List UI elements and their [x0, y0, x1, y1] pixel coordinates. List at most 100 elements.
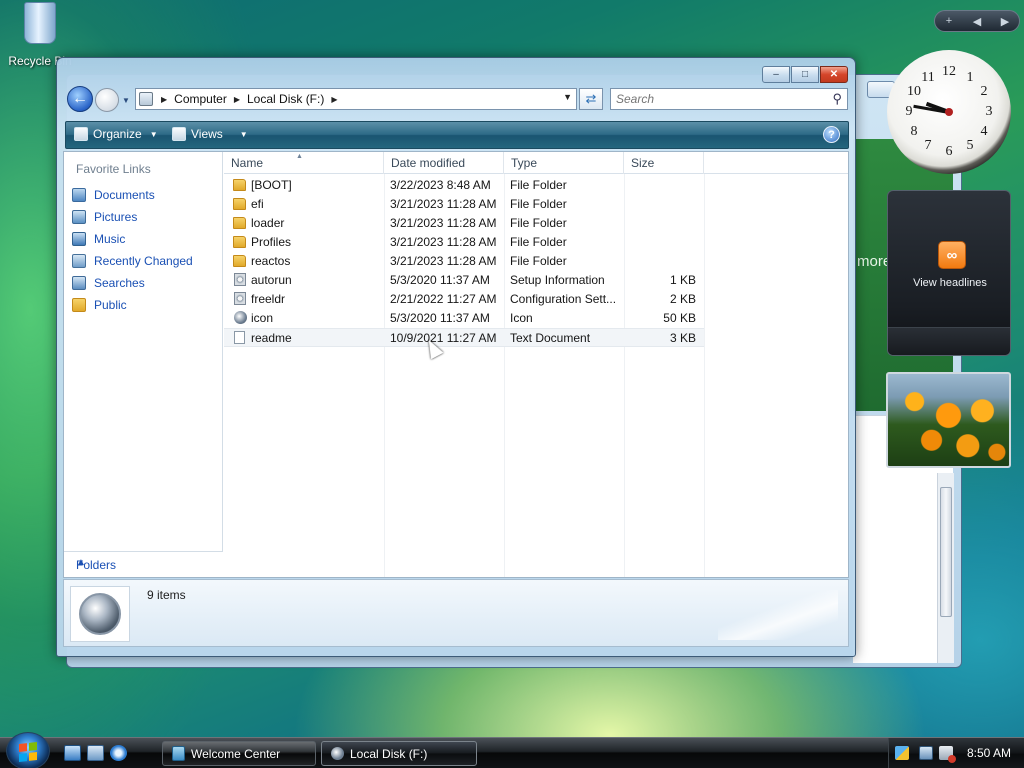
background-window-scroll-thumb[interactable]	[940, 487, 952, 617]
file-name: efi	[251, 197, 264, 211]
table-row[interactable]: loader 3/21/2023 11:28 AM File Folder	[224, 214, 704, 233]
file-size: 50 KB	[663, 311, 696, 325]
file-date-modified: 3/21/2023 11:28 AM	[390, 197, 497, 211]
address-bar[interactable]: ▶ Computer ▶ Local Disk (F:) ▶ ▼	[135, 88, 577, 110]
sort-ascending-icon: ▲	[296, 153, 303, 160]
address-dropdown-icon[interactable]: ▼	[563, 92, 572, 102]
taskbar-button-welcome-center[interactable]: Welcome Center	[162, 741, 316, 766]
start-button[interactable]	[6, 732, 50, 768]
views-icon	[172, 127, 186, 141]
file-type: Icon	[510, 311, 533, 325]
previous-page-icon[interactable]: ◀	[966, 15, 988, 28]
organize-label: Organize	[93, 127, 142, 141]
clock-numeral: 12	[942, 64, 956, 79]
view-headlines-link[interactable]: View headlines	[888, 277, 1012, 289]
file-size: 3 KB	[669, 331, 696, 345]
details-pane: 9 items	[63, 579, 849, 647]
show-desktop-icon[interactable]	[64, 745, 81, 761]
favorite-link-music[interactable]: Music	[72, 228, 193, 250]
chevron-down-icon: ▼	[149, 129, 158, 139]
column-header-date-modified[interactable]: Date modified	[384, 152, 504, 174]
explorer-window: – □ ✕ ← ▼ ▶ Computer ▶ Local Disk (F:) ▶…	[56, 57, 856, 657]
feed-headlines-gadget[interactable]: ∞ View headlines	[887, 190, 1011, 356]
favorite-link-public[interactable]: Public	[72, 294, 193, 316]
favorite-link-label: Pictures	[94, 210, 138, 224]
organize-icon	[74, 127, 88, 141]
favorite-link-documents[interactable]: Documents	[72, 184, 193, 206]
clock-gadget[interactable]: 12 1 2 3 4 5 6 7 8 9 10 11	[887, 50, 1011, 174]
clock-numeral: 7	[924, 138, 932, 153]
file-date-modified: 10/9/2021 11:27 AM	[390, 331, 497, 345]
search-box[interactable]: ⚲	[610, 88, 848, 110]
table-row[interactable]: icon 5/3/2020 11:37 AM Icon 50 KB	[224, 309, 704, 328]
folder-icon	[233, 198, 246, 210]
views-button[interactable]: Views ▼	[172, 127, 248, 141]
favorite-link-pictures[interactable]: Pictures	[72, 206, 193, 228]
table-row[interactable]: freeldr 2/21/2022 11:27 AM Configuration…	[224, 290, 704, 309]
refresh-button[interactable]: ⇄	[579, 88, 603, 110]
maximize-button[interactable]: □	[791, 66, 819, 83]
file-type: File Folder	[510, 178, 567, 192]
folders-toggle[interactable]: Folders ▲	[64, 551, 223, 577]
navigation-row: ← ▼ ▶ Computer ▶ Local Disk (F:) ▶ ▼ ⇄ ⚲	[65, 85, 849, 115]
clock-pivot	[945, 108, 953, 116]
recent-pages-dropdown[interactable]: ▼	[122, 96, 130, 105]
back-button[interactable]: ←	[67, 86, 93, 112]
taskbar-button-local-disk[interactable]: Local Disk (F:)	[321, 741, 477, 766]
clock-numeral: 5	[966, 138, 974, 153]
volume-muted-icon[interactable]	[939, 746, 956, 763]
file-type: File Folder	[510, 235, 567, 249]
breadcrumb-local-disk[interactable]: Local Disk (F:)	[247, 92, 324, 106]
search-input[interactable]	[611, 89, 816, 109]
clock-numeral: 3	[985, 104, 993, 119]
table-row[interactable]: readme 10/9/2021 11:27 AM Text Document …	[224, 328, 704, 347]
table-row[interactable]: autorun 5/3/2020 11:37 AM Setup Informat…	[224, 271, 704, 290]
slideshow-gadget-photo[interactable]	[886, 372, 1011, 468]
chevron-down-icon: ▼	[239, 129, 248, 139]
file-size	[624, 195, 696, 214]
clock-numeral: 1	[966, 70, 974, 85]
table-row[interactable]: [BOOT] 3/22/2023 8:48 AM File Folder	[224, 176, 704, 195]
column-header-name[interactable]: Name ▲	[224, 152, 384, 174]
table-row[interactable]: efi 3/21/2023 11:28 AM File Folder	[224, 195, 704, 214]
windows-update-icon[interactable]	[895, 746, 909, 760]
file-type: Text Document	[510, 331, 591, 345]
folder-icon	[233, 236, 246, 248]
clock-numeral: 2	[980, 84, 988, 99]
file-date-modified: 3/21/2023 11:28 AM	[390, 216, 497, 230]
organize-button[interactable]: Organize ▼	[74, 127, 158, 141]
taskbar-clock[interactable]: 8:50 AM	[967, 746, 1011, 760]
column-header-size[interactable]: Size	[624, 152, 704, 174]
breadcrumb-computer[interactable]: Computer	[174, 92, 227, 106]
file-size	[624, 233, 696, 252]
background-window-scrollbar[interactable]	[937, 473, 954, 663]
favorite-link-searches[interactable]: Searches	[72, 272, 193, 294]
caption-buttons: – □ ✕	[762, 66, 848, 83]
favorite-link-recently-changed[interactable]: Recently Changed	[72, 250, 193, 272]
search-icon[interactable]: ⚲	[832, 91, 842, 107]
internet-explorer-icon[interactable]	[110, 745, 127, 761]
breadcrumb-chevron-icon[interactable]: ▶	[161, 95, 167, 104]
next-page-icon[interactable]: ▶	[994, 15, 1016, 28]
table-row[interactable]: reactos 3/21/2023 11:28 AM File Folder	[224, 252, 704, 271]
refresh-icon: ⇄	[585, 91, 597, 106]
minimize-button[interactable]: –	[762, 66, 790, 83]
add-gadget-icon[interactable]: +	[938, 15, 960, 27]
table-row[interactable]: Profiles 3/21/2023 11:28 AM File Folder	[224, 233, 704, 252]
clock-numeral: 6	[945, 144, 953, 159]
breadcrumb-chevron-icon[interactable]: ▶	[331, 95, 337, 104]
pictures-icon	[72, 210, 86, 224]
file-name: reactos	[251, 254, 291, 268]
folder-icon	[233, 255, 246, 267]
breadcrumb-chevron-icon[interactable]: ▶	[234, 95, 240, 104]
switch-windows-icon[interactable]	[87, 745, 104, 761]
favorite-link-label: Documents	[94, 188, 155, 202]
forward-button[interactable]	[95, 88, 119, 112]
column-header-type[interactable]: Type	[504, 152, 624, 174]
chevron-up-icon[interactable]: ▲	[76, 557, 216, 568]
config-file-icon	[234, 292, 246, 305]
help-button[interactable]: ?	[823, 126, 840, 143]
file-name: icon	[251, 311, 274, 325]
close-button[interactable]: ✕	[820, 66, 848, 83]
network-icon[interactable]	[919, 746, 933, 760]
